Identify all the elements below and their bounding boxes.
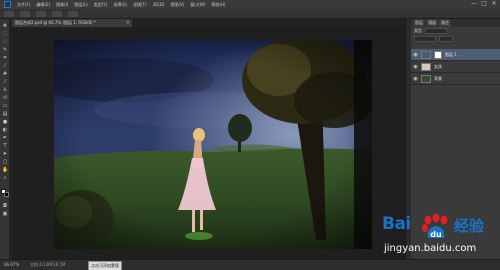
menu-3d[interactable]: 3D(D) (153, 0, 165, 9)
menu-type[interactable]: 类型(Y) (94, 0, 108, 9)
vignette (54, 40, 372, 249)
layers-list: ◉ 图层 1 ◉ 女孩 ◉ 背景 (411, 49, 500, 85)
brush-tool-icon[interactable]: ⁄ (2, 79, 8, 85)
paw-icon: du (422, 214, 448, 239)
move-tool-icon[interactable]: ✥ (2, 23, 8, 29)
shape-tool-icon[interactable]: ▢ (2, 159, 8, 165)
layer-filter-row: 类型 (411, 27, 500, 35)
blend-mode-dropdown[interactable] (414, 36, 436, 42)
eraser-tool-icon[interactable]: ▭ (2, 103, 8, 109)
composited-image (54, 40, 372, 249)
tab-paths[interactable]: 路径 (439, 19, 451, 27)
minimize-button[interactable]: — (471, 1, 477, 7)
screen-mode-icon[interactable]: ▣ (2, 211, 8, 217)
tab-close-icon[interactable]: × (126, 19, 130, 27)
opacity-field[interactable] (439, 36, 453, 42)
blend-row (411, 35, 500, 43)
menu-file[interactable]: 文件(F) (17, 0, 30, 9)
document-tab[interactable]: 图层合成2.psd @ 66.7% (图层 1, RGB/8) * × (12, 19, 132, 27)
dodge-tool-icon[interactable]: ◐ (2, 127, 8, 133)
menu-window[interactable]: 窗口(W) (190, 0, 205, 9)
ps-logo-icon (4, 1, 11, 8)
photoshop-window: 文件(F) 编辑(E) 图像(I) 图层(L) 类型(Y) 选择(S) 滤镜(T… (0, 0, 500, 270)
menu-select[interactable]: 选择(S) (113, 0, 127, 9)
eye-icon[interactable]: ◉ (413, 64, 418, 70)
menu-filter[interactable]: 滤镜(T) (133, 0, 147, 9)
quick-mask-icon[interactable]: ◘ (2, 203, 8, 209)
maximize-button[interactable]: □ (481, 1, 487, 7)
document-info[interactable]: 文档:4.12M/16.5M (30, 262, 65, 268)
eye-icon[interactable]: ◉ (413, 76, 418, 82)
menu-image[interactable]: 图像(I) (56, 0, 68, 9)
document-canvas[interactable] (54, 40, 372, 249)
watermark-logo-text: Bai (382, 214, 411, 234)
layer-thumbnail (421, 62, 431, 71)
option-control-4[interactable] (68, 10, 78, 17)
history-brush-tool-icon[interactable]: ↺ (2, 95, 8, 101)
eye-icon[interactable]: ◉ (413, 52, 418, 58)
tab-channels[interactable]: 通道 (426, 19, 438, 27)
background-color-swatch[interactable] (4, 192, 9, 197)
baidu-jingyan-watermark: Bai du 经验 jingyan.baidu.com (382, 214, 494, 258)
crop-tool-icon[interactable]: ⌗ (2, 55, 8, 61)
gradient-tool-icon[interactable]: ▤ (2, 111, 8, 117)
option-control-1[interactable] (20, 10, 30, 17)
option-control-2[interactable] (36, 10, 46, 17)
menu-bar: 文件(F) 编辑(E) 图像(I) 图层(L) 类型(Y) 选择(S) 滤镜(T… (0, 0, 500, 9)
document-tab-title: 图层合成2.psd @ 66.7% (图层 1, RGB/8) * (15, 20, 96, 25)
watermark-suffix: 经验 (454, 217, 485, 235)
option-control-3[interactable] (52, 10, 62, 17)
tooltip: 点击可添加蒙版 (88, 261, 122, 270)
status-bar: 66.67% 文档:4.12M/16.5M 点击可添加蒙版 (0, 259, 500, 270)
layer-mask-thumbnail[interactable] (434, 50, 442, 59)
layer-thumbnail (421, 74, 431, 83)
zoom-tool-icon[interactable]: ⌕ (2, 175, 8, 181)
layer-thumbnail (421, 50, 431, 59)
tab-layers[interactable]: 图层 (413, 19, 425, 27)
eyedropper-tool-icon[interactable]: ⁄ (2, 63, 8, 69)
zoom-level[interactable]: 66.67% (4, 262, 19, 267)
hand-tool-icon[interactable]: ✋ (2, 167, 8, 173)
layer-name: 女孩 (434, 63, 442, 69)
window-controls: — □ ✕ (471, 1, 497, 7)
document-tab-bar: 图层合成2.psd @ 66.7% (图层 1, RGB/8) * × (10, 19, 405, 27)
kind-filter-dropdown[interactable] (425, 28, 447, 34)
layer-name: 图层 1 (445, 51, 457, 57)
blur-tool-icon[interactable]: ● (2, 119, 8, 125)
healing-brush-tool-icon[interactable]: ✚ (2, 71, 8, 77)
clone-stamp-tool-icon[interactable]: ♙ (2, 87, 8, 93)
svg-text:du: du (430, 230, 442, 239)
watermark-url: jingyan.baidu.com (384, 243, 477, 254)
menu-view[interactable]: 视图(V) (170, 0, 184, 9)
marquee-tool-icon[interactable]: ⬚ (2, 31, 8, 37)
menu-edit[interactable]: 编辑(E) (36, 0, 50, 9)
panel-tabs: 图层 通道 路径 (411, 19, 500, 27)
close-button[interactable]: ✕ (491, 1, 497, 7)
quick-select-tool-icon[interactable]: ✎ (2, 47, 8, 53)
pen-tool-icon[interactable]: ✒ (2, 135, 8, 141)
layer-row[interactable]: ◉ 背景 (411, 73, 500, 85)
path-select-tool-icon[interactable]: ➤ (2, 151, 8, 157)
menu-help[interactable]: 帮助(H) (211, 0, 225, 9)
tool-preset-picker[interactable] (4, 10, 14, 17)
layer-name: 背景 (434, 75, 442, 81)
options-bar (0, 9, 500, 19)
layer-row[interactable]: ◉ 女孩 (411, 61, 500, 73)
type-tool-icon[interactable]: T (2, 143, 8, 149)
kind-filter-label: 类型 (414, 28, 422, 33)
lasso-tool-icon[interactable]: ◌ (2, 39, 8, 45)
menu-layer[interactable]: 图层(L) (74, 0, 87, 9)
tools-panel: ✥ ⬚ ◌ ✎ ⌗ ⁄ ✚ ⁄ ♙ ↺ ▭ ▤ ● ◐ ✒ T ➤ ▢ ✋ ⌕ … (0, 19, 10, 259)
canvas-workspace (11, 27, 405, 259)
layer-row[interactable]: ◉ 图层 1 (411, 49, 500, 61)
